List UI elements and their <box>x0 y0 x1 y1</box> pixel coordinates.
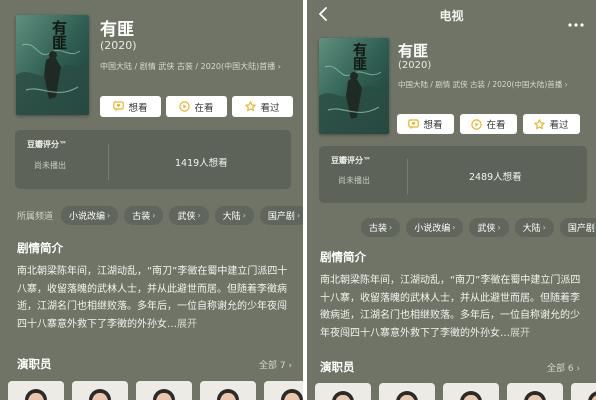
chevron-right-icon: › <box>197 211 201 220</box>
channel-chip-label: 大陆 <box>222 212 241 222</box>
cast-title: 演职员 <box>17 357 52 371</box>
chevron-right-icon: › <box>296 211 301 220</box>
cast-card[interactable] <box>379 383 435 400</box>
cast-card[interactable] <box>136 381 192 400</box>
channel-chip[interactable]: 大陆 › <box>214 206 254 225</box>
synopsis-text: 南北朝梁陈年间，江湖动乱，“南刀”李徵在蜀中建立门派四十八寨，收留落魄的武林人士… <box>320 272 586 342</box>
channel-chip[interactable]: 武侠 › <box>469 218 509 237</box>
synopsis-body: 南北朝梁陈年间，江湖动乱，“南刀”李徵在蜀中建立门派四十八寨，收留落魄的武林人士… <box>17 266 288 330</box>
cast-card[interactable] <box>8 381 64 400</box>
movie-meta-link[interactable]: 中国大陆 / 剧情 武侠 古装 / 2020(中国大陆)首播 › <box>100 61 281 72</box>
rating-label: 豆瓣评分™ <box>27 140 67 149</box>
expand-link[interactable]: 展开 <box>177 319 197 330</box>
want-count: 1419人想看 <box>175 158 228 169</box>
channel-chip[interactable]: 小说改编 › <box>61 206 119 225</box>
movie-meta-link[interactable]: 中国大陆 / 剧情 武侠 古装 / 2020(中国大陆)首播 › <box>398 79 568 90</box>
channel-chip-label: 武侠 <box>177 212 196 222</box>
cast-card[interactable] <box>315 383 371 400</box>
want-to-watch-label: 想看 <box>423 120 443 131</box>
chevron-right-icon: › <box>497 223 501 232</box>
expand-link[interactable]: 展开 <box>510 328 530 339</box>
movie-title: 有匪 <box>398 42 429 60</box>
rating-status: 尚未播出 <box>338 176 370 185</box>
cast-card[interactable] <box>507 383 563 400</box>
watched-button[interactable]: 看过 <box>232 96 293 117</box>
watching-button[interactable]: 在看 <box>166 96 227 117</box>
rating-box: 豆瓣评分™ 尚未播出 2489人想看 <box>319 146 587 203</box>
cast-card[interactable] <box>200 381 256 400</box>
channel-chip[interactable]: 古装 › <box>361 218 401 237</box>
channels-row: 古装› 小说改编› 武侠› 大陆› 国产剧› <box>361 218 596 237</box>
movie-year: (2020) <box>100 39 137 52</box>
cast-all-link[interactable]: 全部 6 › <box>547 361 580 374</box>
synopsis-text: 南北朝梁陈年间，江湖动乱，“南刀”李徵在蜀中建立门派四十八寨，收留落魄的武林人士… <box>17 263 291 333</box>
play-circle-icon <box>179 101 191 112</box>
want-to-watch-button[interactable]: 想看 <box>397 114 454 134</box>
chevron-right-icon: › <box>542 223 546 232</box>
chevron-right-icon: › <box>152 211 156 220</box>
channel-chip-label: 古装 <box>369 224 388 234</box>
movie-year: (2020) <box>398 60 432 71</box>
synopsis-title: 剧情简介 <box>320 250 366 264</box>
cast-row <box>315 383 596 400</box>
watched-label: 看过 <box>549 120 569 131</box>
channel-chip[interactable]: 大陆 › <box>514 218 554 237</box>
chevron-right-icon: › <box>242 211 246 220</box>
watched-label: 看过 <box>260 102 280 114</box>
nav-bar: 电视 <box>307 0 596 30</box>
channel-chip-label: 国产剧 <box>567 224 595 234</box>
chevron-right-icon: › <box>107 211 111 220</box>
cast-card[interactable] <box>443 383 499 400</box>
cast-card[interactable] <box>571 383 596 400</box>
channels-label: 所属频道 <box>17 212 54 222</box>
channel-chip[interactable]: 古装 › <box>124 206 164 225</box>
star-icon <box>245 101 257 112</box>
channel-chip-label: 小说改编 <box>69 212 106 222</box>
channel-chip[interactable]: 小说改编 › <box>406 218 464 237</box>
cast-card[interactable] <box>72 381 128 400</box>
poster-title-text: 有匪 <box>353 43 367 73</box>
want-to-watch-label: 想看 <box>128 102 148 114</box>
watched-button[interactable]: 看过 <box>523 114 580 134</box>
rating-status: 尚未播出 <box>34 161 66 170</box>
right-screenshot-panel: 电视 有匪 有匪 (2020) 中国大陆 / 剧情 武侠 古装 / 2020(中… <box>307 0 596 400</box>
star-icon <box>534 118 546 130</box>
chevron-right-icon: › <box>389 223 393 232</box>
rating-divider <box>108 144 109 180</box>
play-circle-icon <box>471 118 483 130</box>
channel-chip[interactable]: 国产剧› <box>259 206 303 225</box>
watching-label: 在看 <box>486 120 506 131</box>
rating-divider <box>407 159 408 194</box>
left-screenshot-panel: 有匪 有匪 (2020) 中国大陆 / 剧情 武侠 古装 / 2020(中国大陆… <box>0 0 303 400</box>
movie-title: 有匪 <box>100 20 134 40</box>
more-dots-icon[interactable] <box>568 12 584 27</box>
watching-label: 在看 <box>194 102 214 114</box>
channel-chip[interactable]: 武侠 › <box>169 206 209 225</box>
nav-title: 电视 <box>439 9 464 23</box>
cast-row <box>8 381 303 400</box>
watching-button[interactable]: 在看 <box>460 114 517 134</box>
channel-chip[interactable]: 国产剧› <box>559 218 596 237</box>
channel-chip-label: 古装 <box>132 212 151 222</box>
heart-chat-icon <box>113 101 125 112</box>
synopsis-body: 南北朝梁陈年间，江湖动乱，“南刀”李徵在蜀中建立门派四十八寨，收留落魄的武林人士… <box>320 275 581 339</box>
channel-chip-label: 大陆 <box>522 224 541 234</box>
heart-chat-icon <box>408 118 420 130</box>
poster-image[interactable]: 有匪 <box>319 38 389 134</box>
cast-title: 演职员 <box>320 360 355 374</box>
want-count: 2489人想看 <box>469 172 522 183</box>
channels-row: 所属频道 小说改编 › 古装 › 武侠 › 大陆 › 国产剧 › <box>17 206 303 225</box>
rating-label: 豆瓣评分™ <box>331 156 371 165</box>
chevron-right-icon: › <box>452 223 456 232</box>
poster-title-text: 有匪 <box>52 19 68 52</box>
cast-card[interactable] <box>264 381 303 400</box>
channel-chip-label: 武侠 <box>477 224 496 234</box>
want-to-watch-button[interactable]: 想看 <box>100 96 161 117</box>
synopsis-title: 剧情简介 <box>17 241 63 255</box>
channel-chip-label: 小说改编 <box>414 224 451 234</box>
channel-chip-label: 国产剧 <box>267 212 295 222</box>
cast-all-link[interactable]: 全部 7 › <box>259 358 292 371</box>
rating-box: 豆瓣评分™ 尚未播出 1419人想看 <box>15 130 291 189</box>
poster-image[interactable]: 有匪 <box>16 15 89 115</box>
